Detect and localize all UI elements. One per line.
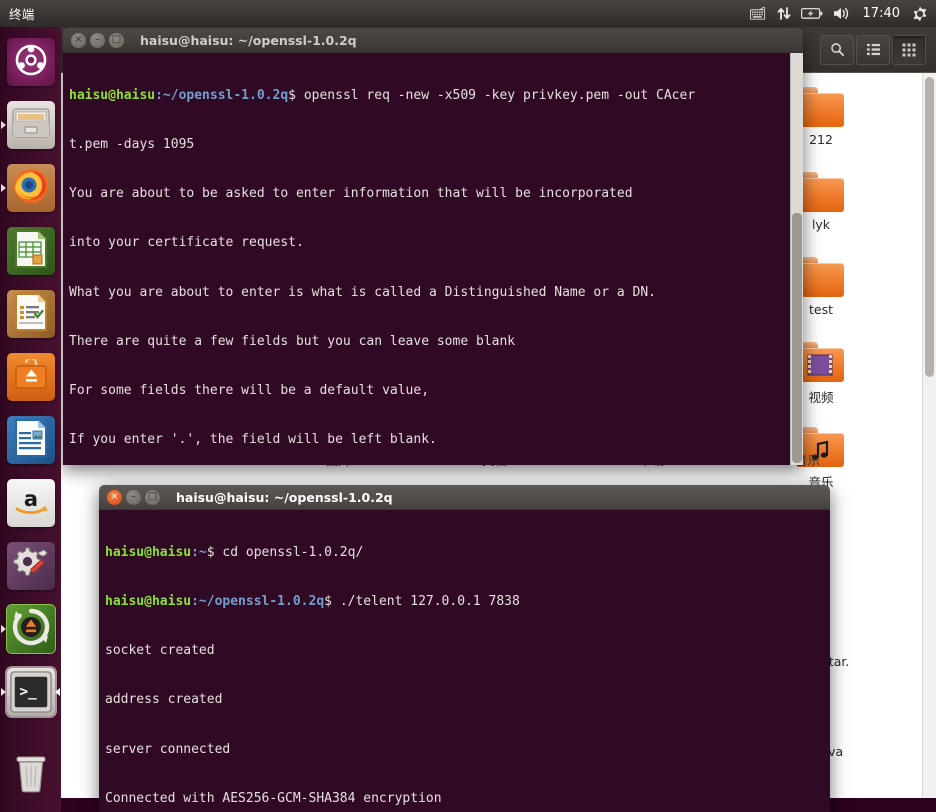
prompt-user: haisu@haisu [105, 594, 192, 610]
ubuntu-dash-icon [15, 44, 47, 80]
battery-icon[interactable] [800, 4, 823, 24]
libreoffice-writer-icon [14, 418, 48, 461]
sidebar-item-firefox[interactable] [0, 156, 61, 219]
prompt-user: haisu@haisu [105, 544, 192, 560]
terminal-titlebar[interactable]: × – □ haisu@haisu: ~/openssl-1.0.2q [99, 485, 830, 510]
prompt-path: :~ [191, 544, 207, 560]
terminal-line: haisu@haisu:~/openssl-1.0.2q$ openssl re… [69, 88, 803, 104]
prompt-user: haisu@haisu [69, 87, 156, 103]
terminal-command: cd openssl-1.0.2q/ [222, 544, 364, 560]
window-close-button[interactable]: × [107, 489, 122, 505]
terminal-line: What you are about to enter is what is c… [69, 284, 656, 300]
terminal-window-client[interactable]: × – □ haisu@haisu: ~/openssl-1.0.2q hais… [99, 485, 830, 812]
network-icon[interactable] [777, 4, 791, 24]
search-icon[interactable] [820, 34, 854, 65]
grid-view-icon[interactable] [892, 34, 926, 65]
terminal-line: haisu@haisu:~$ cd openssl-1.0.2q/ [105, 545, 830, 561]
sidebar-item-libreoffice-calc[interactable] [0, 219, 61, 282]
sidebar-item-ubuntu-dash[interactable] [0, 30, 61, 93]
sidebar-item-libreoffice-writer[interactable] [0, 408, 61, 471]
sidebar-item-amazon[interactable]: a [0, 471, 61, 534]
scrollbar-thumb[interactable] [792, 213, 802, 463]
sidebar-item-files[interactable] [0, 93, 61, 156]
terminal-line: socket created [105, 643, 215, 659]
sidebar-item-terminal[interactable]: >_ [0, 660, 61, 723]
sidebar-item-software-updater[interactable] [0, 597, 61, 660]
prompt-dollar: $ [206, 544, 223, 560]
prompt-path: :~/openssl-1.0.2q [155, 87, 289, 103]
terminal-scrollbar-server[interactable] [790, 53, 803, 465]
terminal-line: There are quite a few fields but you can… [69, 333, 516, 349]
system-settings-icon [12, 546, 50, 586]
trash-icon [13, 753, 49, 797]
libreoffice-calc-icon [14, 229, 48, 272]
window-minimize-button[interactable]: – [90, 32, 105, 48]
terminal-titlebar[interactable]: × – □ haisu@haisu: ~/openssl-1.0.2q [63, 28, 803, 53]
window-maximize-button[interactable]: □ [109, 32, 124, 48]
ubuntu-software-icon [14, 356, 48, 395]
terminal-line: Connected with AES256-GCM-SHA384 encrypt… [105, 790, 442, 806]
desktop-screen: 212 lyk test 视频 音乐 音乐 × – □ haisu@haisu:… [0, 0, 936, 812]
terminal-line: address created [105, 692, 223, 708]
firefox-icon [11, 166, 51, 210]
terminal-line: t.pem -days 1095 [69, 137, 195, 153]
terminal-title: haisu@haisu: ~/openssl-1.0.2q [176, 489, 393, 505]
window-minimize-button[interactable]: – [126, 489, 141, 505]
files-nautilus-icon [11, 105, 51, 145]
sidebar-item-system-settings[interactable] [0, 534, 61, 597]
list-view-icon[interactable] [856, 34, 890, 65]
software-updater-icon [12, 608, 50, 650]
svg-text:a: a [23, 487, 37, 511]
libreoffice-impress-icon [14, 292, 48, 335]
keyboard-indicator-icon[interactable] [749, 4, 767, 24]
terminal-line: If you enter '.', the field will be left… [69, 432, 437, 448]
panel-indicators: 17:40 [749, 4, 928, 24]
file-manager-scrollbar[interactable] [922, 73, 936, 798]
terminal-output-server[interactable]: haisu@haisu:~/openssl-1.0.2q$ openssl re… [63, 53, 803, 465]
prompt-dollar: $ [288, 87, 304, 103]
window-close-button[interactable]: × [71, 32, 86, 48]
terminal-window-server[interactable]: × – □ haisu@haisu: ~/openssl-1.0.2q hais… [63, 28, 803, 465]
terminal-title: haisu@haisu: ~/openssl-1.0.2q [140, 32, 357, 48]
terminal-line: For some fields there will be a default … [69, 383, 430, 399]
window-maximize-button[interactable]: □ [145, 489, 160, 505]
amazon-icon: a [12, 486, 50, 520]
svg-text:>_: >_ [19, 683, 37, 699]
panel-app-title[interactable]: 终端 [9, 4, 34, 23]
session-menu-icon[interactable] [912, 4, 928, 24]
sidebar-item-ubuntu-software[interactable] [0, 345, 61, 408]
terminal-line: server connected [105, 741, 231, 757]
sidebar-item-libreoffice-impress[interactable] [0, 282, 61, 345]
top-panel: 终端 17:40 [0, 0, 936, 27]
terminal-line: haisu@haisu:~/openssl-1.0.2q$ ./telent 1… [105, 594, 830, 610]
terminal-icon: >_ [9, 670, 52, 713]
unity-launcher: a >_ [0, 27, 61, 812]
volume-icon[interactable] [833, 4, 851, 24]
sidebar-item-trash[interactable] [0, 743, 61, 806]
terminal-line: into your certificate request. [69, 235, 304, 251]
prompt-path: :~/openssl-1.0.2q [191, 594, 325, 610]
terminal-output-client[interactable]: haisu@haisu:~$ cd openssl-1.0.2q/ haisu@… [99, 510, 830, 812]
terminal-command: ./telent 127.0.0.1 7838 [339, 594, 520, 610]
terminal-command: openssl req -new -x509 -key privkey.pem … [303, 87, 696, 103]
window-controls: × – □ [71, 32, 124, 48]
window-controls: × – □ [107, 489, 160, 505]
scrollbar-thumb[interactable] [925, 77, 934, 377]
prompt-dollar: $ [324, 594, 340, 610]
panel-clock[interactable]: 17:40 [861, 6, 902, 21]
terminal-line: You are about to be asked to enter infor… [69, 186, 633, 202]
